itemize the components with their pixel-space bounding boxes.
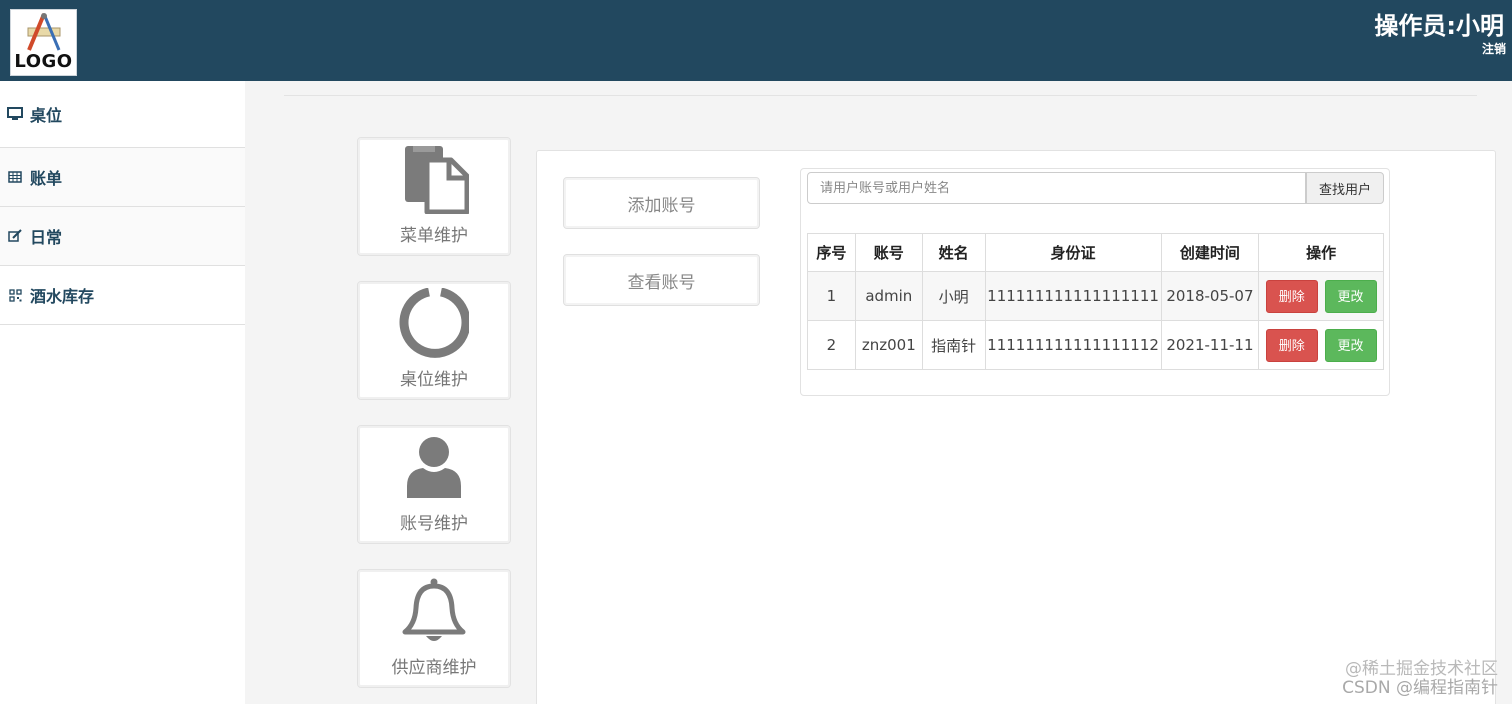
edit-button[interactable]: 更改 — [1324, 328, 1377, 362]
cell-id-card: 111111111111111111 — [984, 271, 1162, 321]
sidebar-item-daily[interactable]: 日常 — [0, 207, 245, 266]
add-account-button[interactable]: 添加账号 — [563, 177, 760, 229]
bell-icon — [358, 576, 510, 646]
tile-label: 菜单维护 — [400, 226, 468, 246]
tile-supplier-maintenance[interactable]: 供应商维护 — [357, 569, 511, 688]
cell-account: znz001 — [854, 320, 923, 370]
cell-no: 2 — [807, 320, 856, 370]
top-header: LOGO 操作员:小明 注销 — [0, 0, 1512, 81]
user-icon — [358, 432, 510, 502]
logout-link[interactable]: 注销 — [1482, 40, 1506, 57]
cell-actions: 删除 更改 — [1258, 320, 1384, 370]
cell-created: 2018-05-07 — [1160, 271, 1260, 321]
account-panel: 添加账号 查看账号 查找用户 序号 账号 姓名 身份证 创建 — [536, 150, 1496, 704]
cell-id-card: 111111111111111112 — [984, 320, 1162, 370]
sidebar-item-bills[interactable]: 账单 — [0, 148, 245, 207]
sidebar-item-label: 桌位 — [30, 106, 63, 125]
search-user-button[interactable]: 查找用户 — [1306, 172, 1384, 204]
sidebar-item-label: 酒水库存 — [30, 287, 95, 306]
delete-button[interactable]: 删除 — [1265, 279, 1318, 313]
cell-name: 指南针 — [921, 320, 986, 370]
header-created: 创建时间 — [1160, 233, 1260, 272]
header-name: 姓名 — [921, 233, 986, 272]
logo[interactable]: LOGO — [10, 9, 77, 76]
table-row: 1 admin 小明 111111111111111111 2018-05-07… — [807, 271, 1384, 321]
table-row: 2 znz001 指南针 111111111111111112 2021-11-… — [807, 320, 1384, 370]
header-no: 序号 — [807, 233, 856, 272]
cell-no: 1 — [807, 271, 856, 321]
monitor-icon — [6, 105, 24, 123]
tile-table-maintenance[interactable]: 桌位维护 — [357, 281, 511, 400]
logo-compass-icon — [27, 13, 61, 51]
tile-label: 供应商维护 — [391, 658, 477, 678]
edit-icon — [6, 227, 24, 245]
user-table: 序号 账号 姓名 身份证 创建时间 操作 1 admin 小明 11111111… — [807, 233, 1384, 370]
sidebar-item-tables[interactable]: 桌位 — [0, 81, 245, 148]
logo-text: LOGO — [14, 51, 73, 72]
watermark-line-2: CSDN @编程指南针 — [1342, 678, 1498, 698]
sidebar-item-label: 账单 — [30, 169, 63, 188]
qrcode-icon — [6, 286, 24, 304]
view-account-button[interactable]: 查看账号 — [563, 254, 760, 306]
document-icon — [358, 144, 510, 214]
operator-name: 操作员:小明 — [1374, 12, 1504, 40]
tile-label: 桌位维护 — [400, 370, 468, 390]
main-content: 菜单维护 桌位维护 账号维护 供应商维护 添加账号 查看账号 请用户账号或用户姓… — [245, 81, 1512, 704]
main-inner: 菜单维护 桌位维护 账号维护 供应商维护 添加账号 查看账号 请用户账号或用户姓… — [284, 95, 1496, 704]
sidebar-item-label: 日常 — [30, 228, 63, 247]
tile-menu-maintenance[interactable]: 菜单维护 — [357, 137, 511, 256]
tile-account-maintenance[interactable]: 账号维护 — [357, 425, 511, 544]
search-input[interactable] — [807, 172, 1306, 204]
header-actions: 操作 — [1258, 233, 1384, 272]
table-icon — [6, 168, 24, 186]
tile-label: 账号维护 — [400, 514, 468, 534]
edit-button[interactable]: 更改 — [1324, 279, 1377, 313]
sidebar: 桌位 账单 日常 酒水库存 — [0, 81, 245, 704]
cell-created: 2021-11-11 — [1160, 320, 1260, 370]
header-account: 账号 — [854, 233, 923, 272]
header-id-card: 身份证 — [984, 233, 1162, 272]
watermark-line-1: @稀土掘金技术社区 — [1345, 659, 1498, 679]
user-list-box: 查找用户 序号 账号 姓名 身份证 创建时间 操作 — [800, 168, 1390, 396]
watermark: @稀土掘金技术社区 CSDN @编程指南针 — [1342, 660, 1498, 698]
cell-actions: 删除 更改 — [1258, 271, 1384, 321]
delete-button[interactable]: 删除 — [1265, 328, 1318, 362]
cell-account: admin — [854, 271, 923, 321]
sidebar-item-inventory[interactable]: 酒水库存 — [0, 266, 245, 325]
ring-icon — [358, 288, 510, 358]
table-header-row: 序号 账号 姓名 身份证 创建时间 操作 — [807, 233, 1384, 272]
cell-name: 小明 — [921, 271, 986, 321]
